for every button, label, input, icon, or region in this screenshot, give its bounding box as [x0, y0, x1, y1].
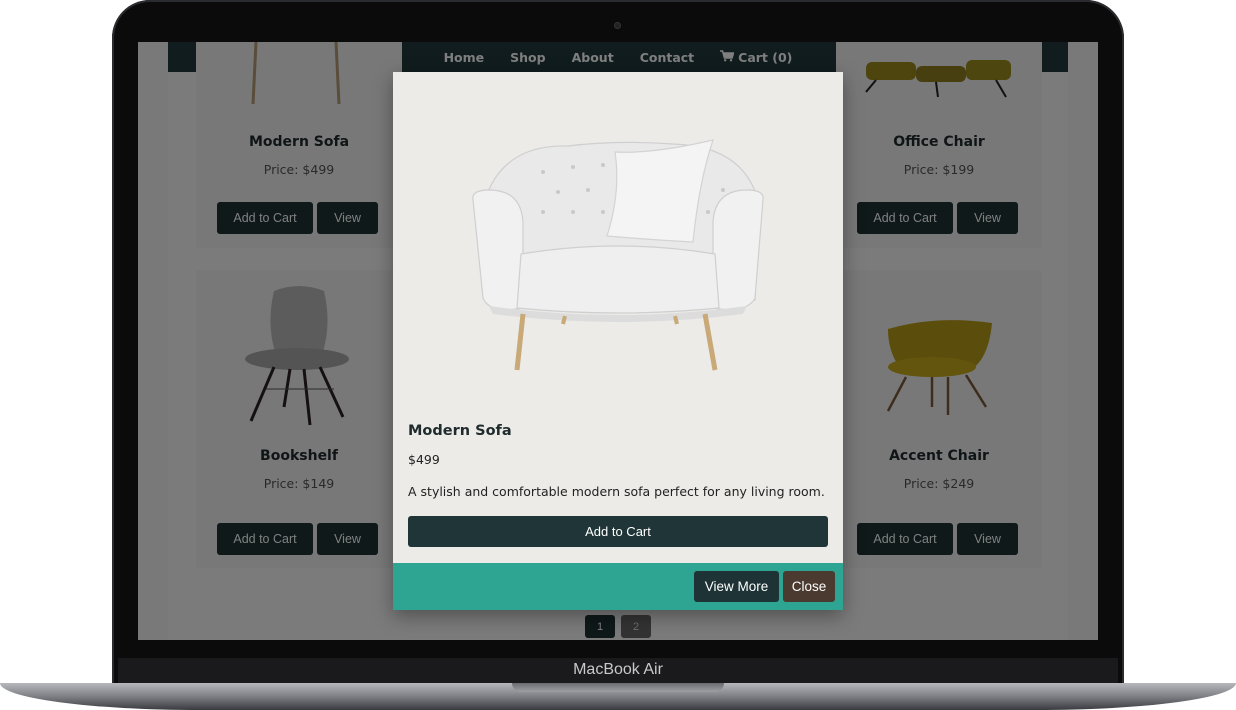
camera-icon: [614, 22, 621, 29]
product-modal: Modern Sofa $499 A stylish and comfortab…: [393, 72, 843, 610]
modal-title: Modern Sofa: [408, 423, 512, 439]
close-button[interactable]: Close: [783, 571, 835, 602]
modal-description: A stylish and comfortable modern sofa pe…: [408, 484, 825, 499]
laptop-notch: [512, 683, 724, 692]
screen: Home Shop About Contact Cart (0) Modern …: [138, 42, 1098, 640]
modal-price: $499: [408, 452, 440, 467]
view-more-button[interactable]: View More: [694, 571, 779, 602]
modal-footer: View More Close: [393, 563, 843, 610]
armchair-image: [472, 139, 764, 371]
device-label: MacBook Air: [573, 661, 663, 678]
modal-add-to-cart-button[interactable]: Add to Cart: [408, 516, 828, 547]
